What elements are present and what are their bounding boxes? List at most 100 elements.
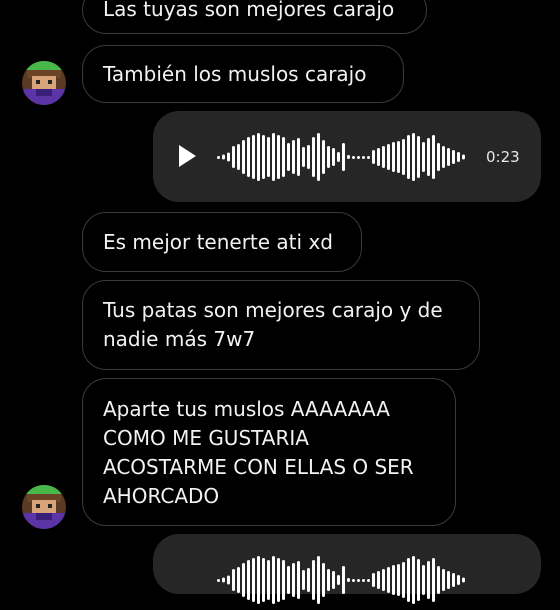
- waveform-bar: [257, 133, 260, 181]
- waveform-bar: [327, 146, 330, 168]
- waveform-bar: [392, 565, 395, 595]
- message-bubble[interactable]: Aparte tus muslos AAAAAAA COMO ME GUSTAR…: [82, 378, 456, 526]
- voice-message[interactable]: 0:23: [153, 111, 541, 202]
- waveform-bar: [317, 133, 320, 181]
- play-icon[interactable]: [179, 145, 196, 167]
- waveform-bar: [402, 139, 405, 175]
- waveform-bar: [457, 575, 460, 585]
- waveform-bar: [247, 560, 250, 600]
- waveform-bar: [372, 150, 375, 164]
- waveform-bar: [352, 579, 355, 582]
- waveform-bar: [302, 147, 305, 167]
- message-text: Aparte tus muslos AAAAAAA COMO ME GUSTAR…: [103, 397, 414, 508]
- waveform-bar: [362, 156, 365, 159]
- waveform-bar: [342, 566, 345, 594]
- waveform-bar: [332, 571, 335, 589]
- waveform-bar: [387, 144, 390, 170]
- waveform-bar: [397, 564, 400, 596]
- waveform-bar: [222, 577, 225, 583]
- waveform-bar: [277, 558, 280, 602]
- waveform-bar: [247, 137, 250, 177]
- waveform-bar: [412, 556, 415, 604]
- waveform-bar: [347, 578, 350, 582]
- waveform-bar: [342, 143, 345, 171]
- avatar[interactable]: [22, 61, 66, 105]
- waveform-bar: [312, 560, 315, 600]
- waveform-bar: [337, 575, 340, 585]
- waveform-bar: [322, 563, 325, 597]
- waveform-bar: [232, 146, 235, 168]
- waveform-bar: [457, 152, 460, 162]
- avatar[interactable]: [22, 485, 66, 529]
- waveform-bar: [277, 135, 280, 179]
- message-bubble[interactable]: Las tuyas son mejores carajo: [82, 0, 427, 34]
- waveform-bar: [312, 137, 315, 177]
- waveform-bar: [317, 556, 320, 604]
- waveform-bar: [352, 156, 355, 159]
- message-text: También los muslos carajo: [103, 62, 367, 86]
- waveform-bar: [262, 558, 265, 602]
- waveform-bar: [337, 152, 340, 162]
- waveform-bar: [367, 579, 370, 582]
- message-text: Es mejor tenerte ati xd: [103, 230, 333, 254]
- waveform-bar: [222, 154, 225, 160]
- waveform-bar: [217, 579, 220, 582]
- waveform-bar: [267, 560, 270, 600]
- waveform-bar: [357, 156, 360, 159]
- waveform[interactable]: [217, 127, 469, 187]
- waveform-bar: [362, 579, 365, 582]
- waveform-bar: [282, 137, 285, 177]
- waveform-bar: [302, 570, 305, 590]
- waveform-bar: [437, 566, 440, 594]
- waveform-bar: [422, 565, 425, 595]
- waveform-bar: [462, 154, 465, 160]
- waveform-bar: [257, 556, 260, 604]
- waveform-bar: [272, 556, 275, 604]
- waveform-bar: [287, 566, 290, 594]
- voice-duration: 0:23: [486, 148, 520, 166]
- waveform-bar: [327, 569, 330, 591]
- waveform-bar: [292, 140, 295, 174]
- waveform-bar: [372, 573, 375, 587]
- waveform-bar: [367, 156, 370, 159]
- avatar-image: [22, 61, 66, 105]
- waveform-bar: [267, 137, 270, 177]
- waveform-bar: [387, 567, 390, 593]
- waveform-bar: [412, 133, 415, 181]
- waveform-bar: [262, 135, 265, 179]
- waveform-bar: [427, 561, 430, 599]
- message-bubble[interactable]: Es mejor tenerte ati xd: [82, 212, 362, 272]
- waveform-bar: [442, 146, 445, 168]
- waveform-bar: [437, 143, 440, 171]
- waveform-bar: [442, 569, 445, 591]
- waveform-bar: [462, 577, 465, 583]
- waveform-bar: [452, 150, 455, 164]
- message-text: Las tuyas son mejores carajo: [103, 0, 395, 21]
- waveform-bar: [227, 575, 230, 585]
- waveform-bar: [417, 136, 420, 178]
- waveform-bar: [237, 144, 240, 170]
- waveform-bar: [427, 138, 430, 176]
- waveform-bar: [422, 142, 425, 172]
- waveform-bar: [407, 558, 410, 602]
- waveform-bar: [322, 140, 325, 174]
- waveform-bar: [287, 143, 290, 171]
- message-bubble[interactable]: También los muslos carajo: [82, 45, 404, 103]
- message-bubble[interactable]: Tus patas son mejores carajo y de nadie …: [82, 280, 480, 370]
- waveform-bar: [252, 558, 255, 602]
- voice-message[interactable]: [153, 534, 541, 604]
- avatar-image: [22, 485, 66, 529]
- waveform-bar: [237, 567, 240, 593]
- waveform-bar: [452, 573, 455, 587]
- waveform[interactable]: [217, 550, 469, 610]
- waveform-bar: [307, 145, 310, 169]
- waveform-bar: [432, 558, 435, 602]
- message-text: Tus patas son mejores carajo y de nadie …: [103, 298, 443, 351]
- waveform-bar: [397, 141, 400, 173]
- waveform-bar: [297, 138, 300, 176]
- waveform-bar: [432, 135, 435, 179]
- waveform-bar: [292, 563, 295, 597]
- waveform-bar: [252, 135, 255, 179]
- waveform-bar: [347, 155, 350, 159]
- waveform-bar: [242, 140, 245, 174]
